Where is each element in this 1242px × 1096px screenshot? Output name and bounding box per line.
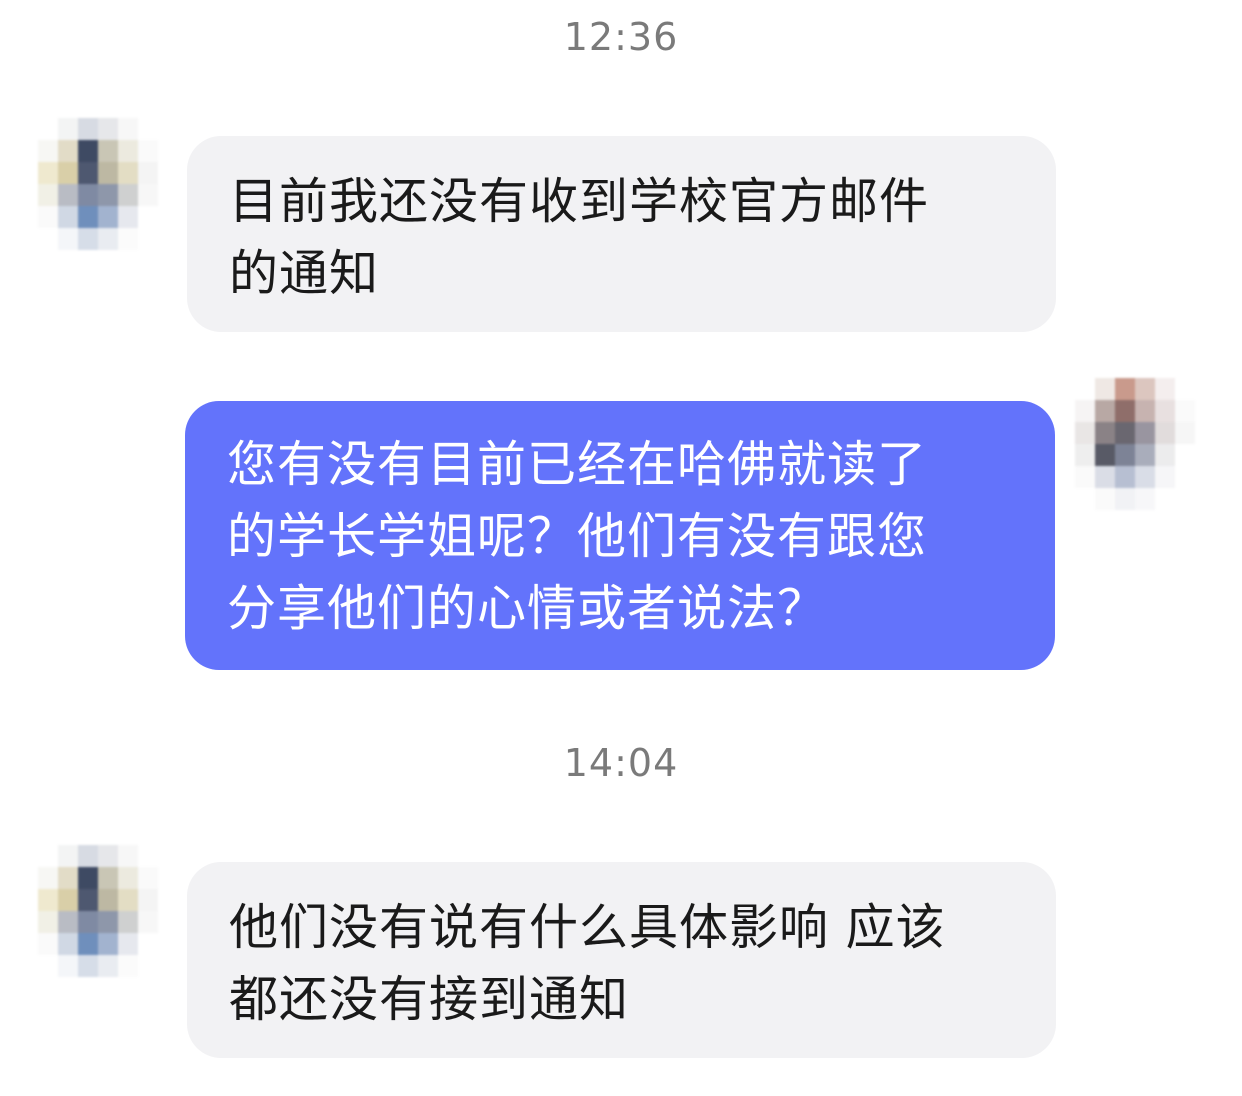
incoming-message-bubble[interactable]: 目前我还没有收到学校官方邮件 的通知 — [187, 136, 1056, 332]
avatar[interactable] — [38, 845, 158, 977]
timestamp: 12:36 — [563, 15, 679, 59]
avatar[interactable] — [1075, 378, 1195, 510]
outgoing-message-bubble[interactable]: 您有没有目前已经在哈佛就读了 的学长学姐呢？他们有没有跟您 分享他们的心情或者说… — [185, 401, 1055, 670]
incoming-message-bubble[interactable]: 他们没有说有什么具体影响 应该 都还没有接到通知 — [187, 862, 1056, 1058]
timestamp: 14:04 — [563, 741, 679, 785]
avatar[interactable] — [38, 118, 158, 250]
